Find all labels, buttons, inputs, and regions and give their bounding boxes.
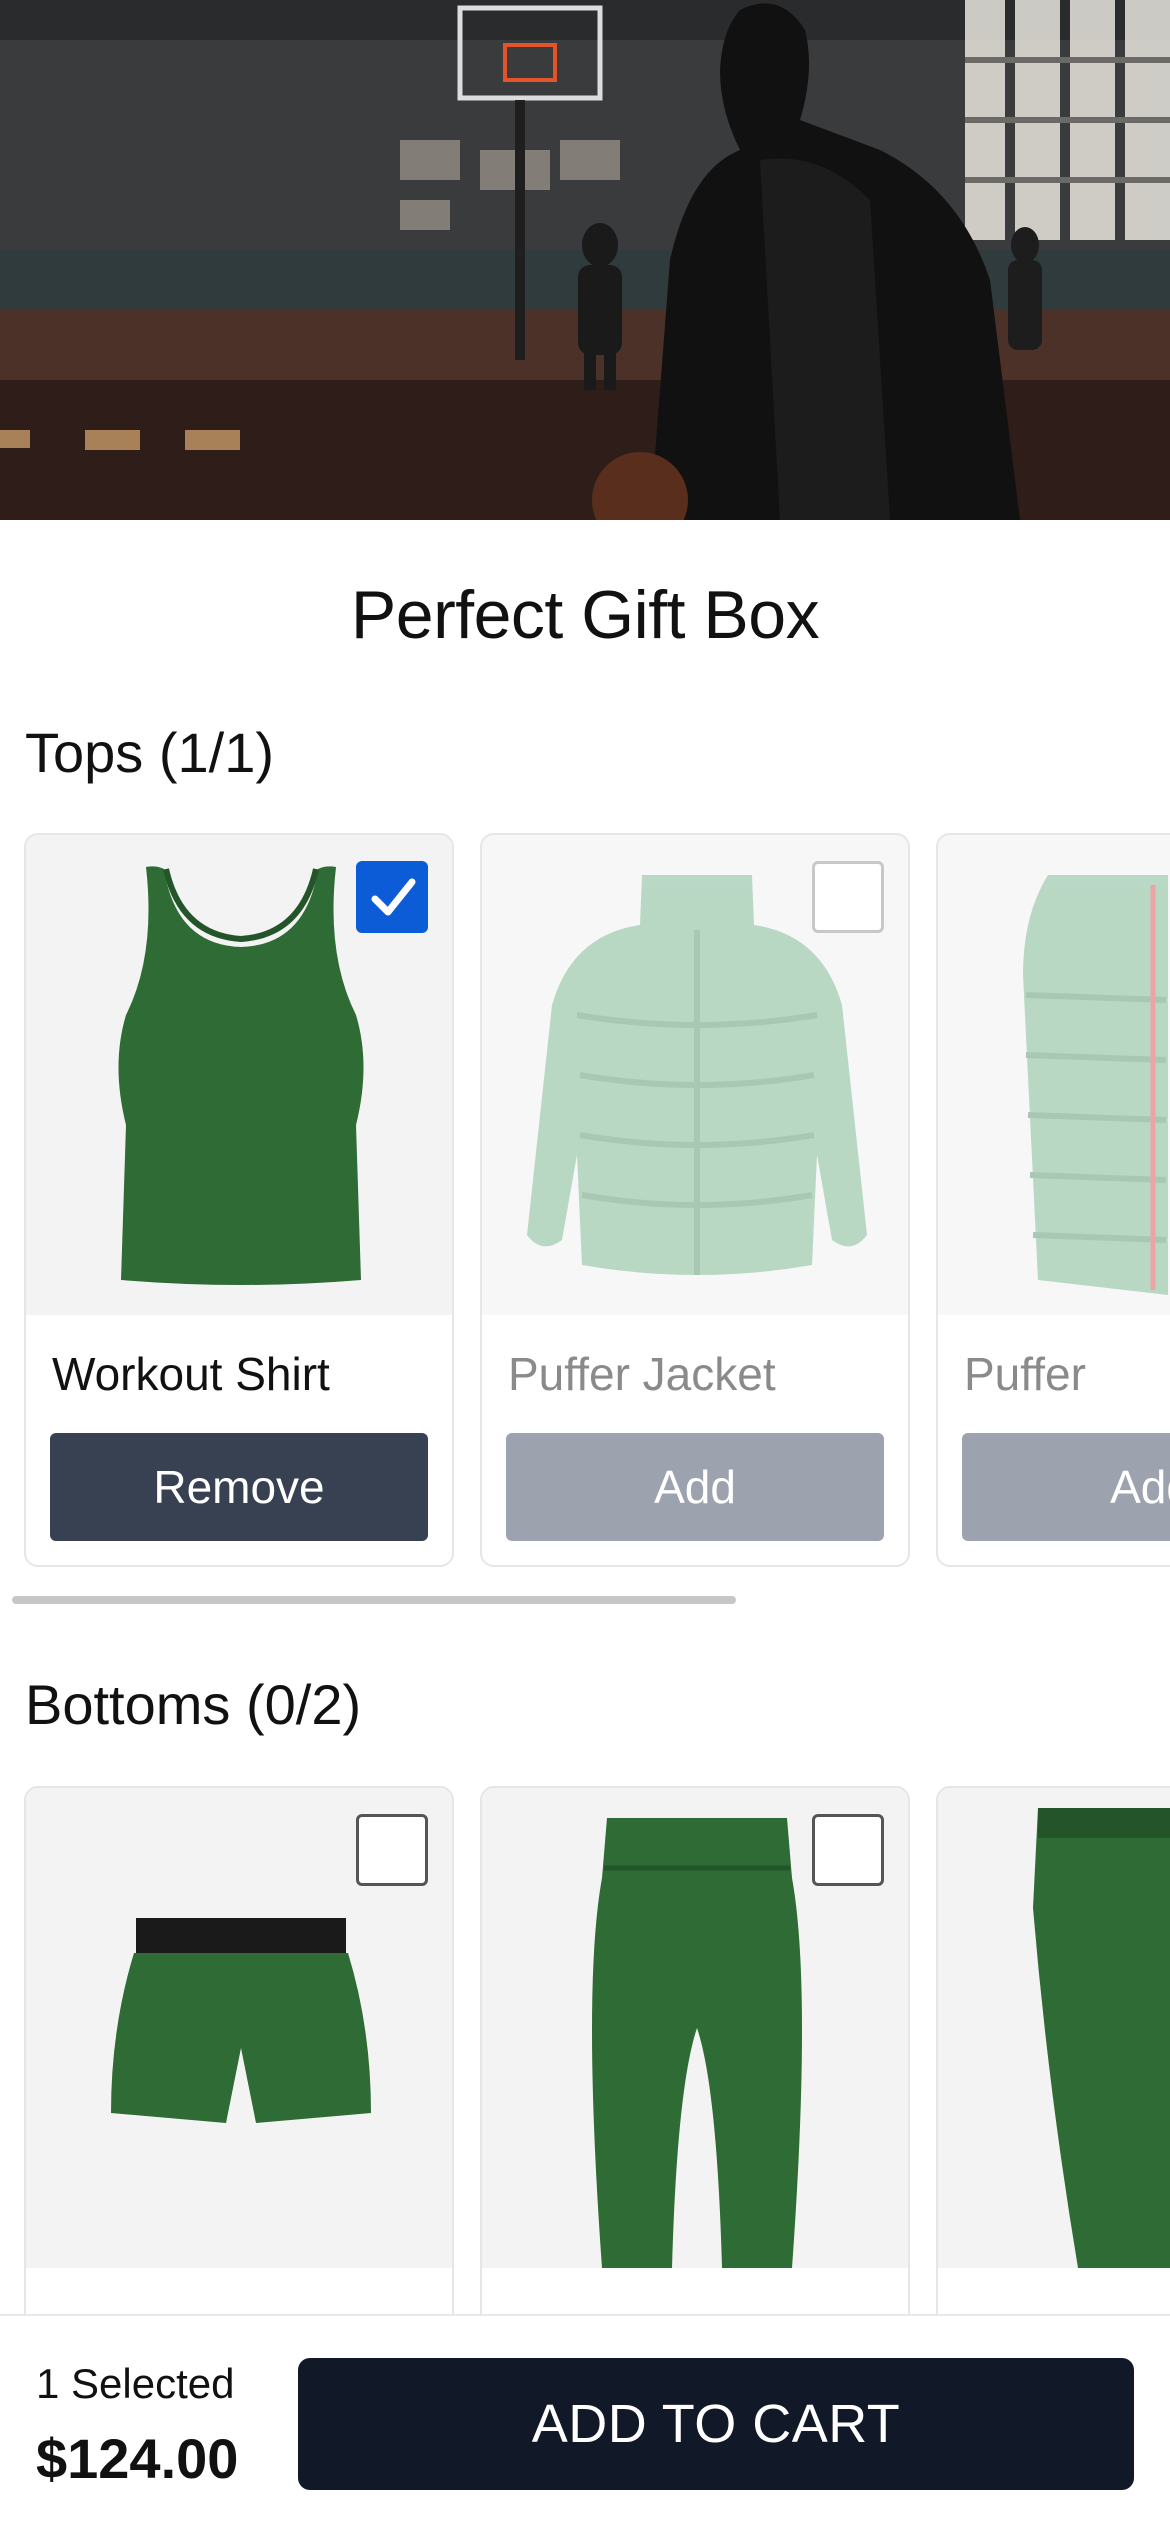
add-button[interactable]: Add: [506, 1433, 884, 1541]
product-image: [938, 835, 1170, 1315]
product-card[interactable]: [480, 1786, 910, 2314]
carousel-scrollbar[interactable]: [12, 1596, 736, 1604]
tops-carousel[interactable]: Workout Shirt Remove Puffer Jacket Add P…: [0, 833, 1170, 1573]
product-checkbox[interactable]: [356, 1814, 428, 1886]
product-name: Puffer Jacket: [508, 1348, 776, 1400]
joggers-icon: [1033, 1808, 1170, 2268]
product-name: Workout Shirt: [52, 1348, 330, 1400]
add-button[interactable]: Add: [962, 1433, 1170, 1541]
product-checkbox[interactable]: [812, 861, 884, 933]
product-card[interactable]: Puffer Jacket Add: [480, 833, 910, 1567]
hero-image: [0, 0, 1170, 520]
product-name: Puffer: [964, 1348, 1086, 1400]
checkmark-icon: [371, 878, 416, 916]
cart-footer: 1 Selected $124.00 ADD TO CART: [0, 2314, 1170, 2532]
puffer-vest-icon: [1023, 875, 1168, 1295]
selected-count: 1 Selected: [36, 2360, 235, 2407]
total-price: $124.00: [36, 2427, 239, 2490]
product-card[interactable]: [936, 1786, 1170, 2314]
product-card[interactable]: Workout Shirt Remove: [24, 833, 454, 1567]
section-heading-bottoms: Bottoms (0/2): [25, 1673, 362, 1736]
product-card[interactable]: Puffer Add: [936, 833, 1170, 1567]
remove-button[interactable]: Remove: [50, 1433, 428, 1541]
page-title: Perfect Gift Box: [350, 577, 820, 653]
product-card[interactable]: [24, 1786, 454, 2314]
add-to-cart-button[interactable]: ADD TO CART: [298, 2358, 1134, 2490]
product-image: [938, 1788, 1170, 2268]
product-checkbox[interactable]: [812, 1814, 884, 1886]
section-heading-tops: Tops (1/1): [25, 721, 274, 784]
product-checkbox[interactable]: [356, 861, 428, 933]
bottoms-carousel[interactable]: [0, 1786, 1170, 2314]
